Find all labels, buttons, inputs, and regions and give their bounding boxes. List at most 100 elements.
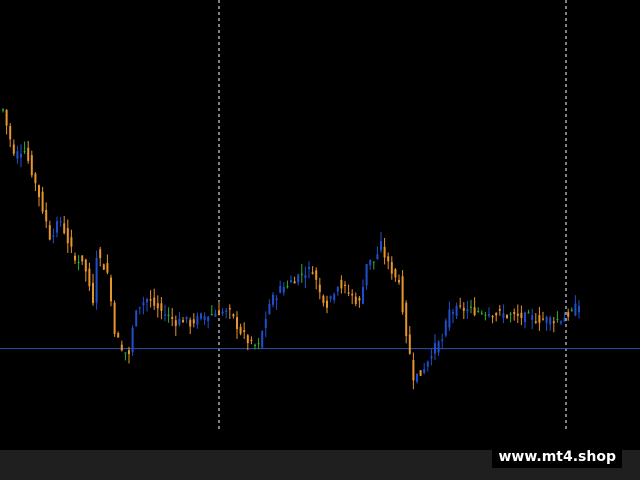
candle xyxy=(473,297,476,317)
candle xyxy=(444,318,447,338)
candle-body xyxy=(102,264,105,270)
candle xyxy=(56,216,58,238)
candle xyxy=(182,316,184,323)
candle-body xyxy=(41,191,44,212)
candle xyxy=(570,307,573,312)
candle xyxy=(268,299,271,315)
candle xyxy=(491,314,494,324)
candle-body xyxy=(578,306,580,313)
candle-body xyxy=(491,315,494,318)
candle-body xyxy=(286,286,289,288)
candle xyxy=(225,308,228,319)
candle-body xyxy=(196,316,199,325)
candle-body xyxy=(81,255,84,262)
candle-body xyxy=(459,305,462,307)
candle xyxy=(401,270,404,315)
candle xyxy=(146,297,148,312)
candle xyxy=(74,252,76,265)
candle-body xyxy=(466,309,469,312)
candle-body xyxy=(124,352,127,354)
candle-body xyxy=(437,341,440,353)
candle xyxy=(88,262,91,291)
candle-body xyxy=(192,319,195,324)
candle-body xyxy=(207,316,210,321)
candle xyxy=(480,310,483,316)
candle xyxy=(12,139,15,157)
price-chart[interactable]: Sep 08:305 Sep 12:305 Sep 16:305 Sep 20:… xyxy=(0,0,640,444)
candle xyxy=(189,317,192,335)
candle-body xyxy=(149,299,152,301)
candle xyxy=(261,330,264,350)
candle xyxy=(358,295,361,308)
candle-body xyxy=(30,155,33,176)
candle-body xyxy=(257,343,260,345)
candle-body xyxy=(448,309,451,328)
candle-body xyxy=(250,339,253,341)
candle-body xyxy=(394,269,397,278)
candle xyxy=(362,279,364,305)
candle-body xyxy=(495,312,498,316)
candle xyxy=(376,246,379,260)
candle xyxy=(545,315,548,332)
candle-body xyxy=(347,292,350,294)
candle xyxy=(45,202,48,228)
candle-body xyxy=(225,310,228,313)
candle-body xyxy=(455,305,458,316)
candle xyxy=(563,311,566,322)
candle-body xyxy=(16,151,19,159)
candle xyxy=(128,346,130,364)
candle-body xyxy=(12,144,15,154)
candle-body xyxy=(59,221,62,223)
candle xyxy=(243,322,246,340)
candle-body xyxy=(444,320,447,336)
candle xyxy=(304,266,307,289)
candle xyxy=(524,311,526,329)
candle xyxy=(383,237,386,265)
candle-body xyxy=(282,286,285,293)
candle xyxy=(30,150,33,178)
candle xyxy=(290,275,292,284)
candle-body xyxy=(27,147,30,161)
candle xyxy=(459,297,462,309)
candle-body xyxy=(5,109,8,126)
candle xyxy=(426,360,429,372)
candle-body xyxy=(174,320,177,326)
candle-body xyxy=(232,314,235,317)
candle xyxy=(498,305,501,316)
candle-body xyxy=(268,303,271,315)
candle xyxy=(365,264,368,290)
candle xyxy=(149,290,152,308)
candle xyxy=(135,309,138,327)
candle-body xyxy=(164,314,166,316)
candle xyxy=(48,220,51,241)
candle xyxy=(27,140,30,164)
candle xyxy=(430,349,433,366)
candle-body xyxy=(531,315,534,321)
candle-body xyxy=(56,221,58,233)
candle-body xyxy=(171,316,174,319)
candle xyxy=(552,316,555,333)
candle xyxy=(574,295,577,317)
candle xyxy=(77,255,80,271)
candle-body xyxy=(426,361,429,367)
candle xyxy=(178,311,181,327)
candle xyxy=(102,263,105,270)
candle-body xyxy=(434,343,436,354)
candle-body xyxy=(516,313,519,316)
candle-body xyxy=(524,312,526,322)
candle-body xyxy=(185,316,188,320)
candle xyxy=(164,304,166,322)
chart-canvas[interactable]: Sep 08:305 Sep 12:305 Sep 16:305 Sep 20:… xyxy=(0,0,640,450)
candle xyxy=(167,307,170,323)
candle xyxy=(52,228,55,244)
candle-body xyxy=(520,312,523,319)
candle-body xyxy=(311,272,314,274)
candle xyxy=(405,300,408,344)
candle xyxy=(110,274,112,307)
candle xyxy=(495,312,498,322)
candle xyxy=(113,300,116,337)
candle-body xyxy=(34,173,37,184)
candle-body xyxy=(545,317,548,323)
candle-body xyxy=(243,330,246,332)
candle xyxy=(322,294,325,307)
